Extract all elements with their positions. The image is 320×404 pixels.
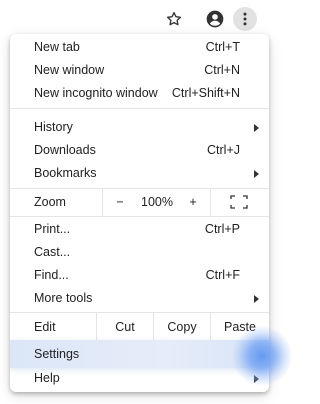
menu-item-new-tab[interactable]: New tab Ctrl+T [10, 36, 269, 59]
zoom-level-value: 100% [141, 195, 173, 209]
menu-item-bookmarks[interactable]: Bookmarks [10, 162, 269, 185]
shortcut-label: Ctrl+J [207, 143, 240, 157]
zoom-divider [102, 189, 103, 216]
shortcut-label: Ctrl+P [204, 222, 240, 236]
menu-item-label: New tab [34, 40, 80, 54]
edit-label: Edit [34, 320, 56, 334]
profile-icon[interactable] [203, 7, 227, 31]
menu-item-history[interactable]: History [10, 116, 269, 139]
menu-item-label: Print... [34, 222, 71, 236]
menu-item-settings[interactable]: Settings [10, 343, 269, 366]
menu-item-label: Bookmarks [34, 166, 97, 180]
zoom-in-button[interactable]: + [180, 189, 206, 215]
menu-item-more-tools[interactable]: More tools [10, 287, 269, 310]
menu-item-label: Help [34, 371, 60, 385]
menu-item-downloads[interactable]: Downloads Ctrl+J [10, 139, 269, 162]
chrome-main-menu: New tab Ctrl+T New window Ctrl+N New inc… [10, 34, 269, 392]
menu-item-new-window[interactable]: New window Ctrl+N [10, 59, 269, 82]
more-vert-icon[interactable] [233, 7, 257, 31]
menu-divider [10, 216, 269, 217]
shortcut-label: Ctrl+Shift+N [171, 86, 240, 100]
shortcut-label: Ctrl+T [205, 40, 240, 54]
fullscreen-icon[interactable] [224, 189, 254, 215]
menu-item-label: Find... [34, 268, 69, 282]
browser-toolbar [0, 0, 309, 36]
menu-item-label: Settings [34, 347, 80, 361]
cut-button[interactable]: Cut [97, 314, 153, 340]
menu-item-print[interactable]: Print... Ctrl+P [10, 218, 269, 241]
menu-item-label: History [34, 120, 73, 134]
zoom-label: Zoom [34, 195, 66, 209]
click-indicator [232, 326, 292, 386]
menu-item-label: New window [34, 63, 105, 77]
copy-button[interactable]: Copy [154, 314, 210, 340]
menu-item-label: More tools [34, 291, 93, 305]
menu-item-label: Downloads [34, 143, 96, 157]
menu-item-new-incognito-window[interactable]: New incognito window Ctrl+Shift+N [10, 82, 269, 105]
submenu-arrow-icon [254, 170, 259, 178]
zoom-divider [210, 189, 211, 216]
menu-divider [10, 312, 269, 313]
submenu-arrow-icon [254, 124, 259, 132]
bookmark-star-icon[interactable] [162, 7, 186, 31]
menu-divider [10, 108, 269, 109]
menu-item-label: Cast... [34, 245, 71, 259]
menu-item-label: New incognito window [34, 86, 158, 100]
shortcut-label: Ctrl+F [205, 268, 240, 282]
submenu-arrow-icon [254, 295, 259, 303]
zoom-out-button[interactable]: − [107, 189, 133, 215]
menu-item-cast[interactable]: Cast... [10, 241, 269, 264]
menu-item-help[interactable]: Help [10, 367, 269, 390]
shortcut-label: Ctrl+N [204, 63, 240, 77]
menu-item-find[interactable]: Find... Ctrl+F [10, 264, 269, 287]
